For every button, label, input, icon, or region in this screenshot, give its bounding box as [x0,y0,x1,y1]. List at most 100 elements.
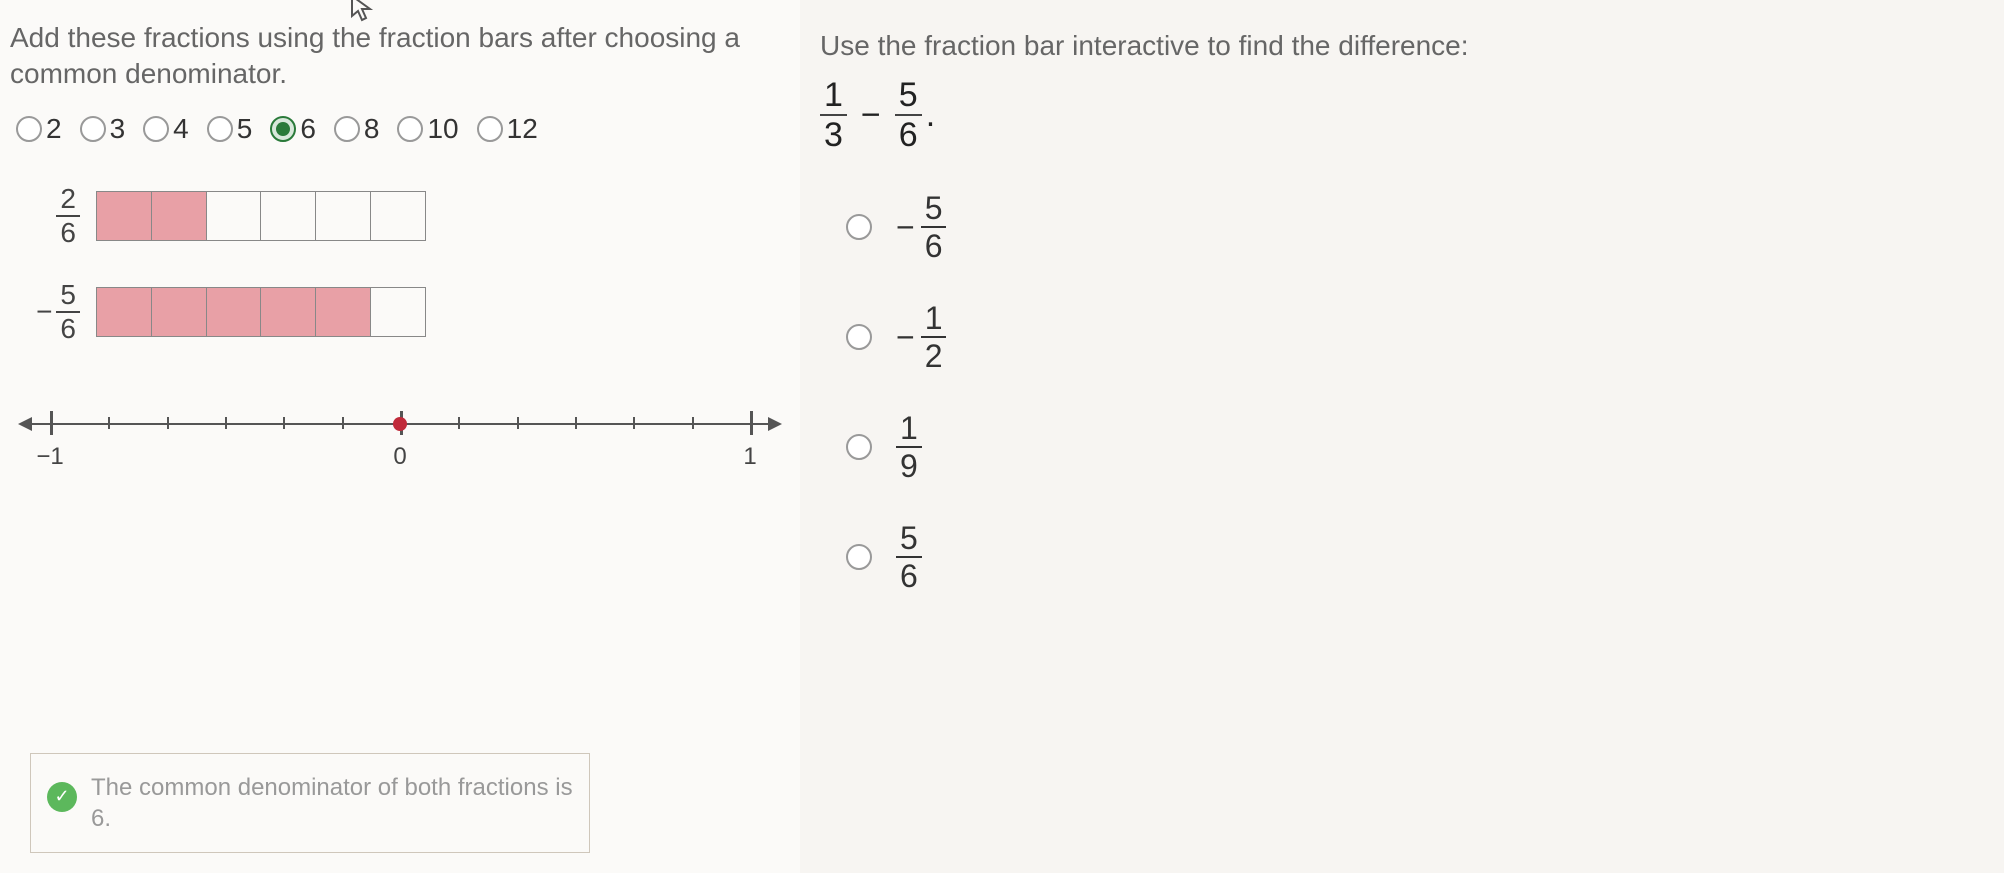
tick-minor [692,417,694,429]
denominator-option-2[interactable]: 2 [10,113,68,145]
fraction-bar-row: −56 [10,281,790,343]
answer-option-2[interactable]: −12 [846,302,1984,372]
fraction-bar-cell[interactable] [261,192,316,240]
fraction-bar[interactable] [96,191,426,241]
radio-icon [477,116,503,142]
fraction-bar-cell[interactable] [316,288,371,336]
answer-option-3[interactable]: 19 [846,412,1984,482]
tick-minor [575,417,577,429]
tick-minor [633,417,635,429]
denominator-label: 5 [237,113,253,145]
denominator-radio-group: 23 4 5 68 10 12 [10,113,790,145]
fraction-bar-cell[interactable] [207,288,262,336]
answer-value: 56 [896,522,922,592]
tick-label: 0 [393,443,406,471]
answer-value: −12 [896,302,946,372]
fraction-numerator: 1 [896,412,922,448]
fraction-bars: 26−56 [10,185,790,343]
tick-minor [458,417,460,429]
radio-icon [16,116,42,142]
fraction-bar-cell[interactable] [207,192,262,240]
number-line[interactable]: −101 [20,403,780,463]
denominator-option-12[interactable]: 12 [471,113,544,145]
fraction-denominator: 2 [925,338,943,372]
denominator-option-10[interactable]: 10 [391,113,464,145]
minus-sign: − [896,319,915,356]
interactive-panel: Add these fractions using the fraction b… [0,0,800,873]
fraction-bar-label: 26 [10,185,80,247]
fraction-denominator: 6 [900,558,918,592]
fraction-denominator: 6 [60,217,76,247]
denominator-label: 12 [507,113,538,145]
fraction-bar-cell[interactable] [371,192,425,240]
answer-option-4[interactable]: 56 [846,522,1984,592]
radio-icon [143,116,169,142]
question-prompt: Use the fraction bar interactive to find… [820,30,1984,62]
tick-major [750,411,753,435]
fraction-denominator: 6 [60,313,76,343]
fraction-b: 5 6 [895,78,922,152]
tick-label: 1 [743,443,756,471]
denominator-option-8[interactable]: 8 [328,113,386,145]
check-icon: ✓ [47,782,77,812]
radio-icon [270,116,296,142]
radio-icon [846,324,872,350]
denominator-option-4[interactable]: 4 [137,113,195,145]
denominator-label: 6 [300,113,316,145]
denominator-label: 10 [427,113,458,145]
radio-icon [397,116,423,142]
denominator-option-3[interactable]: 3 [74,113,132,145]
tick-minor [108,417,110,429]
tick-major [50,411,53,435]
minus-operator: − [861,96,881,135]
radio-icon [334,116,360,142]
fraction: 26 [56,185,80,247]
fraction-bar-cell[interactable] [261,288,316,336]
fraction-numerator: 5 [56,281,80,313]
denominator-option-6[interactable]: 6 [264,113,322,145]
fraction-bar-cell[interactable] [316,192,371,240]
tick-minor [225,417,227,429]
radio-icon [846,544,872,570]
arrow-left-icon [18,417,32,431]
expression: 1 3 − 5 6 . [820,78,1984,152]
arrow-right-icon [768,417,782,431]
denominator-label: 2 [46,113,62,145]
radio-icon [80,116,106,142]
radio-icon [207,116,233,142]
fraction-bar[interactable] [96,287,426,337]
number-line-point[interactable] [393,417,407,431]
denominator-label: 4 [173,113,189,145]
radio-icon [846,214,872,240]
tick-minor [342,417,344,429]
question-panel: Use the fraction bar interactive to find… [800,0,2004,873]
fraction: 56 [56,281,80,343]
fraction-numerator: 2 [56,185,80,217]
answer-option-1[interactable]: −56 [846,192,1984,262]
tick-minor [517,417,519,429]
fraction-denominator: 9 [900,448,918,482]
fraction-bar-label: −56 [10,281,80,343]
tick-label: −1 [36,443,63,471]
fraction-bar-row: 26 [10,185,790,247]
fraction-denominator: 6 [925,228,943,262]
denominator-option-5[interactable]: 5 [201,113,259,145]
answer-value: −56 [896,192,946,262]
tick-minor [167,417,169,429]
fraction: 56 [896,522,922,592]
radio-icon [846,434,872,460]
expression-suffix: . [926,96,935,135]
fraction-bar-cell[interactable] [152,288,207,336]
fraction-bar-cell[interactable] [97,288,152,336]
fraction: 12 [921,302,947,372]
fraction: 19 [896,412,922,482]
fraction-bar-cell[interactable] [97,192,152,240]
minus-sign: − [36,296,52,328]
fraction-bar-cell[interactable] [371,288,425,336]
minus-sign: − [896,209,915,246]
fraction-bar-cell[interactable] [152,192,207,240]
feedback-text: The common denominator of both fractions… [91,774,573,832]
fraction-a: 1 3 [820,78,847,152]
answer-value: 19 [896,412,922,482]
fraction-numerator: 1 [921,302,947,338]
